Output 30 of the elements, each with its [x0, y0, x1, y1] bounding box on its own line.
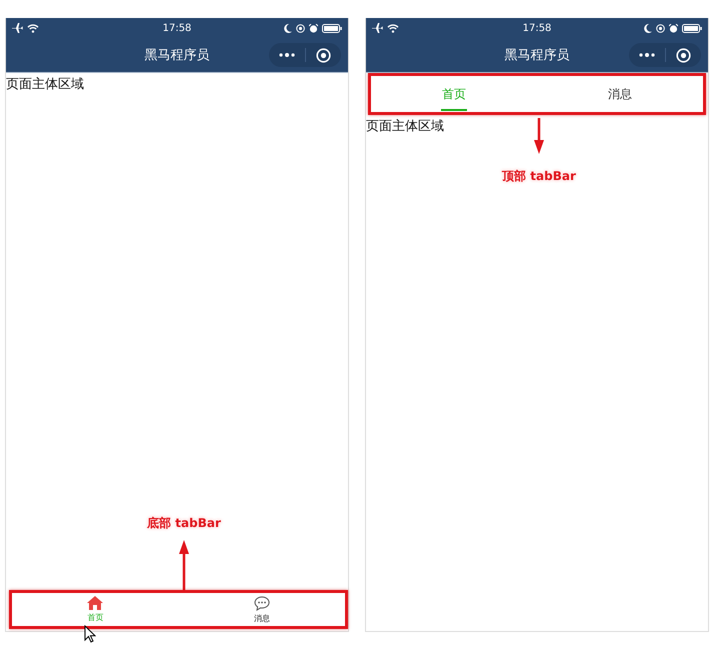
tab-indicator [441, 108, 467, 110]
chat-bubble-icon [254, 596, 270, 610]
tab[interactable]: 消息 [178, 593, 345, 626]
body-text: 页面主体区域 [366, 118, 444, 135]
wifi-icon [27, 24, 39, 32]
arrow [534, 118, 544, 154]
annotation-label: 底部 tabBar [147, 515, 221, 532]
target-icon [316, 48, 331, 62]
clock-time: 17:58 [162, 22, 192, 34]
rotation-lock-icon [296, 24, 306, 32]
moon-icon [284, 24, 292, 32]
target-icon [676, 48, 691, 62]
page-title: 黑马程序员 [504, 47, 570, 64]
rotation-lock-icon [656, 24, 666, 32]
more-icon [278, 53, 295, 57]
alarm-icon [309, 24, 318, 32]
more-icon [638, 53, 655, 57]
annotation-label: 顶部 tabBar [502, 168, 576, 185]
airplane-icon [372, 23, 383, 33]
alarm-icon [669, 24, 678, 32]
battery-icon [322, 24, 342, 32]
clock-time: 17:58 [522, 22, 552, 34]
moon-icon [644, 24, 652, 32]
tab[interactable]: 消息 [537, 76, 703, 112]
airplane-icon [12, 23, 23, 33]
body-text: 页面主体区域 [6, 76, 84, 93]
home-icon [87, 596, 104, 610]
page-title: 黑马程序员 [144, 47, 210, 64]
wifi-icon [387, 24, 399, 32]
battery-icon [682, 24, 702, 32]
